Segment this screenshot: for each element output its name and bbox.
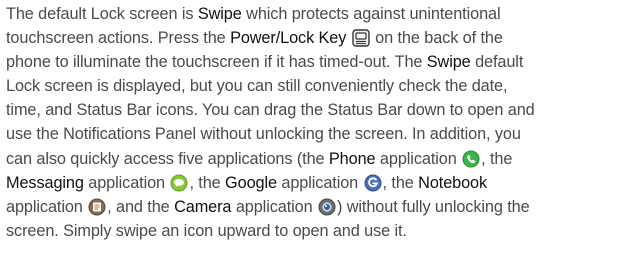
power-lock-key-icon: [352, 29, 370, 47]
notebook-app-icon: [88, 198, 106, 216]
text-run: can also quickly access five application…: [6, 149, 329, 168]
text-run: default: [470, 53, 524, 72]
swipe-term: Swipe: [426, 53, 471, 72]
power-lock-key-term: Power/Lock Key: [230, 29, 347, 48]
text-line: phone to illuminate the touchscreen if i…: [6, 50, 618, 74]
text-line: can also quickly access five application…: [6, 147, 618, 171]
text-run: application: [83, 173, 170, 192]
text-run: , the: [189, 173, 226, 192]
phone-app-icon: [462, 150, 480, 168]
lock-screen-paragraph: The default Lock screen is Swipe which p…: [6, 2, 618, 243]
text-run: application: [276, 173, 363, 192]
text-run: phone to illuminate the touchscreen if i…: [6, 53, 427, 72]
text-run: , the: [481, 149, 513, 168]
notebook-term: Notebook: [418, 173, 488, 192]
text-line: use the Notifications Panel without unlo…: [6, 125, 521, 144]
camera-app-icon: [318, 198, 336, 216]
google-app-icon: [364, 174, 382, 192]
text-line: Messaging application , the Google appli…: [6, 171, 618, 195]
text-run: application: [6, 197, 88, 216]
google-term: Google: [225, 173, 277, 192]
messaging-term: Messaging: [6, 173, 84, 192]
messaging-app-icon: [170, 174, 188, 192]
text-run: application: [231, 197, 317, 216]
text-run: , and the: [107, 197, 175, 216]
text-line: The default Lock screen is Swipe which p…: [6, 2, 618, 26]
text-run: , the: [382, 173, 419, 192]
text-line: time, and Status Bar icons. You can drag…: [6, 101, 535, 120]
text-line: screen. Simply swipe an icon upward to o…: [6, 221, 407, 240]
swipe-term: Swipe: [197, 5, 242, 23]
text-line: application , and the Camera application…: [6, 195, 618, 219]
phone-term: Phone: [328, 149, 376, 168]
text-run: on the back of the: [370, 29, 503, 48]
text-run: touchscreen actions. Press the: [6, 29, 231, 48]
text-run: which protects against unintentional: [241, 5, 501, 23]
text-run: ) without fully unlocking the: [336, 197, 530, 216]
camera-term: Camera: [174, 197, 232, 216]
text-line: touchscreen actions. Press the Power/Loc…: [6, 26, 618, 50]
text-run: application: [375, 149, 462, 168]
text-run: The default Lock screen is: [6, 5, 198, 23]
text-line: Lock screen is displayed, but you can st…: [6, 77, 508, 96]
manual-page: The default Lock screen is Swipe which p…: [0, 0, 624, 243]
